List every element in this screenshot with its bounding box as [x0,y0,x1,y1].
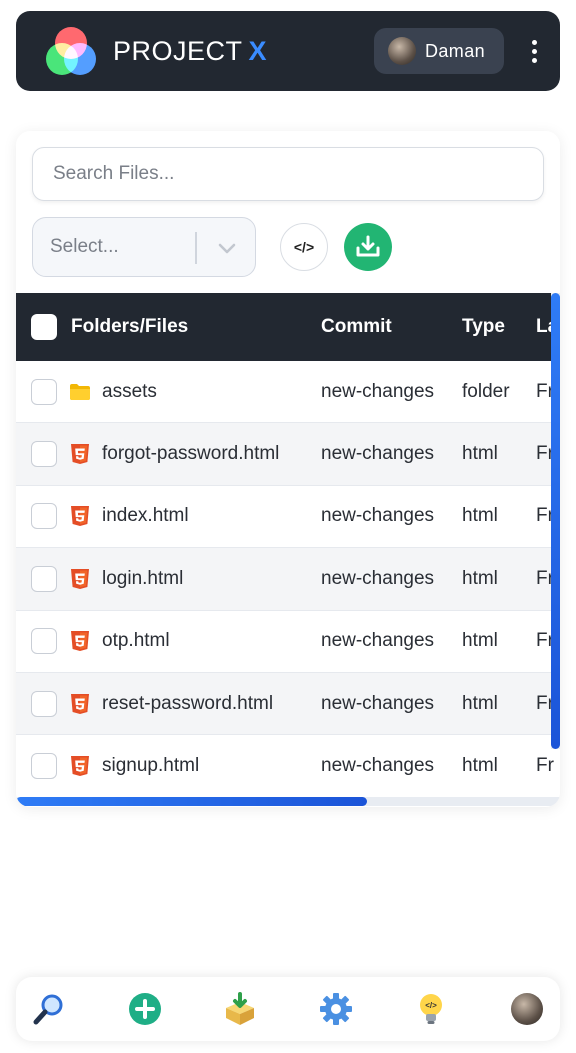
html5-icon [69,693,91,715]
user-menu-button[interactable]: Daman [374,28,504,74]
file-name: index.html [102,505,189,527]
row-checkbox[interactable] [30,378,57,405]
header-type[interactable]: Type [462,316,505,338]
files-table: Folders/Files Commit Type La assets new-c… [16,293,560,796]
type-cell: html [462,755,498,777]
brand-text: PROJECT [113,35,243,66]
nav-add[interactable] [128,992,162,1026]
brand-x: X [248,35,268,66]
vertical-scrollbar[interactable] [551,293,560,749]
type-cell: html [462,505,498,527]
code-view-button[interactable]: </> [280,223,328,271]
settings-gear-icon [319,993,352,1025]
code-icon: </> [293,239,315,255]
profile-avatar [510,993,543,1025]
select-all-checkbox[interactable] [30,314,57,340]
file-name-cell[interactable]: reset-password.html [69,693,273,715]
download-icon [356,235,380,257]
table-row[interactable]: reset-password.html new-changes html Fr [16,672,560,736]
header-commit[interactable]: Commit [321,316,392,338]
table-row[interactable]: login.html new-changes html Fr [16,548,560,611]
file-name: signup.html [102,755,200,777]
file-name-cell[interactable]: assets [69,381,157,403]
branch-select[interactable]: Select... [32,217,256,277]
commit-cell: new-changes [321,443,435,465]
table-header: Folders/Files Commit Type La [16,293,560,361]
file-name-cell[interactable]: forgot-password.html [69,443,279,465]
nav-download[interactable] [223,992,257,1026]
file-name: assets [102,380,157,402]
row-checkbox[interactable] [30,441,57,468]
html5-icon [69,505,91,527]
nav-settings[interactable] [319,992,353,1026]
add-icon [128,993,161,1025]
row-checkbox[interactable] [30,503,57,530]
html5-icon [69,630,91,652]
commit-cell: new-changes [321,380,435,402]
search-icon [33,994,63,1025]
horizontal-scrollbar[interactable] [16,797,560,806]
last-modified-cell: Fr [536,755,554,777]
search-input[interactable] [32,147,544,201]
nav-ideas[interactable]: </> [414,992,448,1026]
file-name: reset-password.html [102,692,274,714]
html5-icon [69,568,91,590]
app-header: PROJECT X Daman [16,11,560,91]
commit-cell: new-changes [321,692,435,714]
html5-icon [69,443,91,465]
file-browser-card: Select... </> Folders/Files Commit Type … [16,131,560,807]
chevron-down-icon [218,243,236,254]
select-placeholder: Select... [50,236,119,257]
file-name: login.html [102,567,184,589]
svg-text:</>: </> [426,1001,438,1010]
row-checkbox[interactable] [30,690,57,717]
idea-bulb-icon: </> [420,994,443,1024]
file-name-cell[interactable]: login.html [69,568,183,590]
table-row[interactable]: assets new-changes folder Fr [16,361,560,424]
header-folders-files[interactable]: Folders/Files [71,316,188,338]
type-cell: html [462,567,498,589]
app-logo [46,26,96,76]
file-name: forgot-password.html [102,443,280,465]
bottom-navigation: </> [16,977,560,1041]
commit-cell: new-changes [321,630,435,652]
table-row[interactable]: forgot-password.html new-changes html Fr [16,423,560,486]
commit-cell: new-changes [321,567,435,589]
more-options-icon[interactable] [524,39,544,63]
nav-profile[interactable] [510,992,544,1026]
type-cell: folder [462,380,510,402]
row-checkbox[interactable] [30,628,57,655]
html5-icon [69,755,91,777]
row-checkbox[interactable] [30,565,57,592]
file-name: otp.html [102,630,170,652]
brand-title: PROJECT X [113,36,267,67]
folder-icon [69,381,91,403]
table-row[interactable]: index.html new-changes html Fr [16,486,560,549]
table-row[interactable]: signup.html new-changes html Fr [16,735,560,796]
type-cell: html [462,630,498,652]
commit-cell: new-changes [321,505,435,527]
type-cell: html [462,692,498,714]
file-name-cell[interactable]: otp.html [69,630,170,652]
user-avatar [388,37,416,65]
table-row[interactable]: otp.html new-changes html Fr [16,611,560,673]
download-button[interactable] [344,223,392,271]
commit-cell: new-changes [321,755,435,777]
file-name-cell[interactable]: signup.html [69,755,199,777]
file-name-cell[interactable]: index.html [69,505,189,527]
nav-search[interactable] [32,992,66,1026]
user-name: Daman [425,40,486,61]
download-box-icon [226,992,255,1025]
row-checkbox[interactable] [30,753,57,780]
select-separator [195,232,197,264]
type-cell: html [462,443,498,465]
